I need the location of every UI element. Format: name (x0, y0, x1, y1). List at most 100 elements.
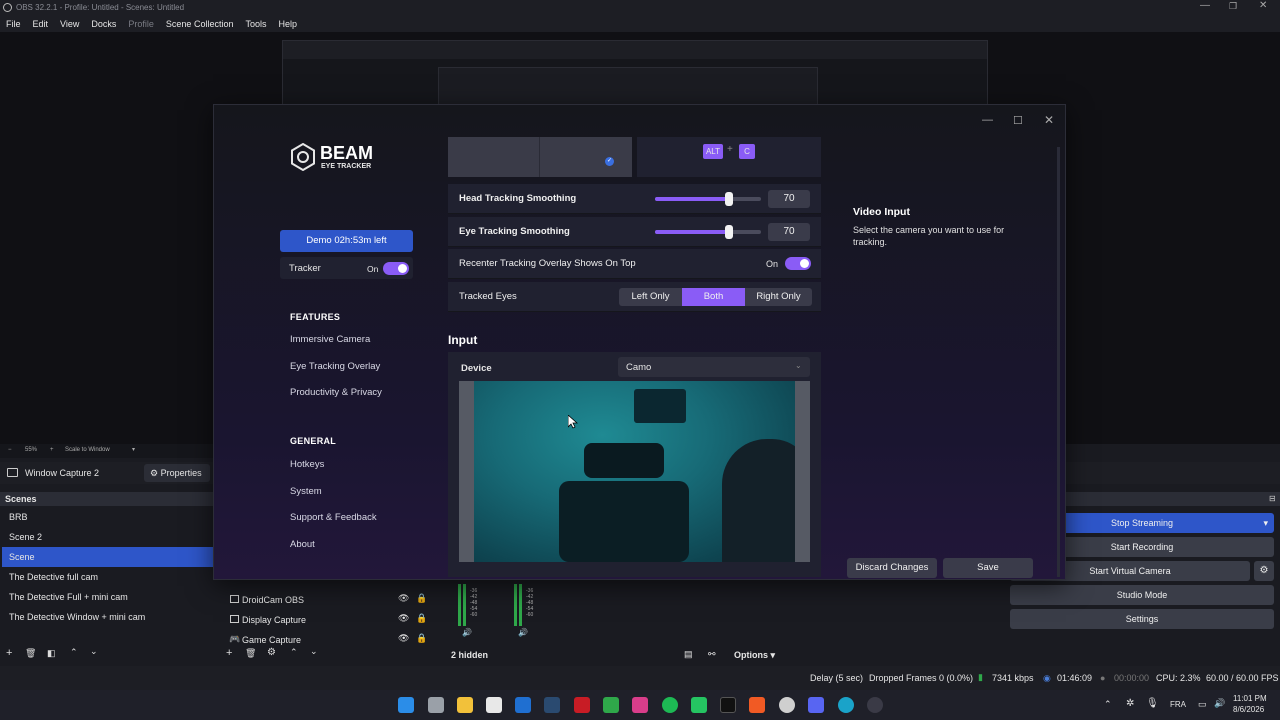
spotify-icon[interactable] (662, 697, 678, 713)
scene-item-brb[interactable]: BRB (2, 507, 213, 527)
minimize-icon[interactable]: — (1200, 0, 1210, 11)
discord-icon[interactable] (808, 697, 824, 713)
discard-changes-button[interactable]: Discard Changes (847, 558, 937, 578)
slider-handle[interactable] (725, 225, 733, 239)
visibility-eye-icon[interactable]: 👁 (398, 593, 409, 604)
hotkey-key-alt[interactable]: ALT (703, 144, 723, 159)
keyboard-language[interactable]: FRA (1170, 700, 1186, 709)
remove-source-icon[interactable]: 🗑 (245, 648, 256, 659)
settings-button[interactable]: Settings (1010, 609, 1274, 629)
chatgpt-icon[interactable] (779, 697, 795, 713)
hotkey-key-c[interactable]: C (739, 144, 755, 159)
visibility-eye-icon[interactable]: 👁 (398, 613, 409, 624)
outlook-icon[interactable] (515, 697, 531, 713)
studio-mode-button[interactable]: Studio Mode (1010, 585, 1274, 605)
properties-button[interactable]: ⚙ Properties (144, 464, 210, 482)
nav-productivity-privacy[interactable]: Productivity & Privacy (290, 387, 382, 398)
eye-smoothing-slider[interactable] (655, 225, 761, 239)
steam-icon[interactable] (544, 697, 560, 713)
add-source-icon[interactable]: + (226, 647, 232, 659)
store-icon[interactable] (486, 697, 502, 713)
zoom-out-icon[interactable]: − (8, 447, 12, 453)
recenter-toggle[interactable] (785, 257, 811, 270)
checkbox-checked-icon[interactable]: ✓ (605, 157, 614, 166)
save-button[interactable]: Save (943, 558, 1033, 578)
edge-icon[interactable] (838, 697, 854, 713)
move-down-icon[interactable]: ⌄ (90, 646, 98, 657)
head-smoothing-slider[interactable] (655, 192, 761, 206)
eye-smoothing-value[interactable]: 70 (768, 223, 810, 241)
minimize-icon[interactable]: — (982, 114, 993, 126)
menu-help[interactable]: Help (272, 16, 303, 32)
maximize-icon[interactable]: ☐ (1013, 114, 1023, 127)
tracked-eyes-both[interactable]: Both (682, 288, 745, 306)
menu-edit[interactable]: Edit (27, 16, 55, 32)
move-up-icon[interactable]: ⌃ (70, 647, 78, 658)
lock-icon[interactable]: 🔒 (416, 593, 427, 604)
add-scene-icon[interactable]: + (6, 647, 12, 659)
scrollbar[interactable] (1057, 147, 1060, 577)
menu-profile[interactable]: Profile (122, 16, 160, 32)
scene-item-detective-full-cam[interactable]: The Detective full cam (2, 567, 213, 587)
close-icon[interactable]: ✕ (1259, 0, 1267, 11)
tracked-eyes-right-only[interactable]: Right Only (745, 288, 812, 306)
netflix-icon[interactable] (574, 697, 590, 713)
scene-item-detective-window-mini[interactable]: The Detective Window + mini cam (2, 607, 213, 627)
speaker-icon[interactable]: 🔊 (462, 628, 472, 637)
volume-icon[interactable]: 🔊 (1214, 698, 1225, 709)
microphone-icon[interactable]: 🎙 (1146, 698, 1159, 709)
nav-immersive-camera[interactable]: Immersive Camera (290, 334, 370, 345)
chevron-up-icon[interactable]: ⌃ (1104, 699, 1112, 710)
mixer-layout-icon[interactable]: ▤ (684, 649, 693, 660)
scene-filter-icon[interactable]: ◧ (47, 648, 56, 659)
instagram-icon[interactable] (632, 697, 648, 713)
lock-icon[interactable]: 🔒 (416, 633, 427, 644)
chevron-down-icon[interactable]: ▾ (1263, 513, 1268, 533)
move-down-icon[interactable]: ⌄ (310, 646, 318, 657)
lock-icon[interactable]: 🔒 (416, 613, 427, 624)
close-icon[interactable]: ✕ (1044, 113, 1054, 127)
scale-mode[interactable]: Scale to Window (65, 447, 110, 453)
slider-handle[interactable] (725, 192, 733, 206)
display-icon[interactable]: ▭ (1198, 699, 1207, 710)
device-select[interactable]: Camo ⌄ (618, 357, 810, 377)
source-properties-gear-icon[interactable]: ⚙ (267, 647, 276, 658)
nav-system[interactable]: System (290, 486, 322, 497)
speaker-icon[interactable]: 🔊 (518, 628, 528, 637)
whatsapp-icon[interactable] (691, 697, 707, 713)
remove-scene-icon[interactable]: 🗑 (25, 648, 36, 659)
menu-scene-collection[interactable]: Scene Collection (160, 16, 240, 32)
maximize-icon[interactable]: ❐ (1229, 1, 1237, 12)
clock-time[interactable]: 11:01 PM (1233, 694, 1267, 703)
head-smoothing-value[interactable]: 70 (768, 190, 810, 208)
nav-eye-tracking-overlay[interactable]: Eye Tracking Overlay (290, 361, 380, 372)
chevron-down-icon[interactable]: ▾ (132, 446, 135, 453)
menu-docks[interactable]: Docks (85, 16, 122, 32)
virtual-camera-settings-button[interactable]: ⚙ (1254, 561, 1274, 581)
mixer-link-icon[interactable]: ⚯ (708, 649, 716, 660)
tiktok-icon[interactable] (720, 697, 736, 713)
move-up-icon[interactable]: ⌃ (290, 647, 298, 658)
xbox-icon[interactable] (603, 697, 619, 713)
menu-file[interactable]: File (0, 16, 27, 32)
scene-item-detective-full-mini[interactable]: The Detective Full + mini cam (2, 587, 213, 607)
scene-item-scene[interactable]: Scene (2, 547, 213, 567)
demo-timer-button[interactable]: Demo 02h:53m left (280, 230, 413, 252)
nav-support-feedback[interactable]: Support & Feedback (290, 512, 377, 523)
brave-icon[interactable] (749, 697, 765, 713)
visibility-eye-icon[interactable]: 👁 (398, 633, 409, 644)
file-explorer-icon[interactable] (457, 697, 473, 713)
source-item-display-capture[interactable]: Display Capture 👁 🔒 (220, 610, 438, 628)
settings-gear-tray-icon[interactable]: ✲ (1126, 698, 1134, 709)
nav-hotkeys[interactable]: Hotkeys (290, 459, 324, 470)
menu-tools[interactable]: Tools (239, 16, 272, 32)
source-item-droidcam[interactable]: DroidCam OBS 👁 🔒 (220, 590, 438, 608)
zoom-in-icon[interactable]: + (50, 447, 54, 453)
menu-view[interactable]: View (54, 16, 85, 32)
obs-taskbar-icon[interactable] (867, 697, 883, 713)
task-view-icon[interactable] (428, 697, 444, 713)
clock-date[interactable]: 8/6/2026 (1233, 705, 1264, 714)
mixer-options-button[interactable]: Options ▾ (734, 650, 775, 661)
hidden-count[interactable]: 2 hidden (451, 650, 488, 660)
scene-item-scene-2[interactable]: Scene 2 (2, 527, 213, 547)
